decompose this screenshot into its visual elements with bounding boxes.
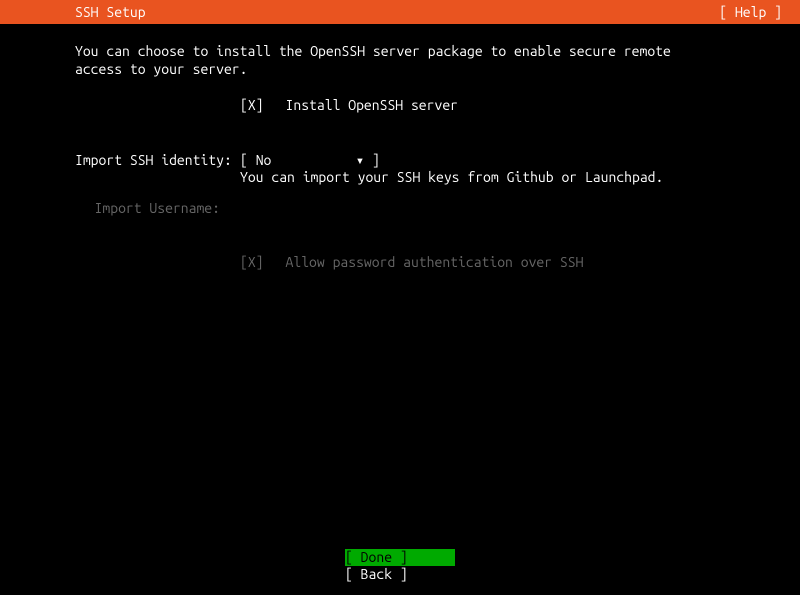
allow-password-label: Allow password authentication over SSH [286,253,584,271]
footer: [ Done ] [ Back ] [0,549,800,583]
allow-password-row: [X] Allow password authentication over S… [75,253,725,271]
install-openssh-checkbox[interactable]: [X] [240,96,264,114]
import-identity-value: No [256,151,356,169]
header-bar: SSH Setup [ Help ] [0,0,800,24]
spacer [75,253,240,271]
chevron-down-icon: ▾ [356,151,364,169]
install-openssh-label: Install OpenSSH server [286,96,458,114]
import-identity-select[interactable]: [ No▾ ] [240,151,380,169]
spacer [75,96,240,114]
back-button[interactable]: [ Back ] [345,566,455,583]
import-identity-row: Import SSH identity: [ No▾ ] [75,151,725,169]
description-text: You can choose to install the OpenSSH se… [75,42,725,78]
bracket-left: [ [240,152,256,168]
import-username-label: Import Username: [75,199,240,217]
bracket-right: ] [364,152,380,168]
main-content: You can choose to install the OpenSSH se… [0,24,800,271]
install-openssh-row: [X] Install OpenSSH server [75,96,725,114]
import-identity-label: Import SSH identity: [75,151,240,169]
help-button[interactable]: [ Help ] [719,4,782,20]
page-title: SSH Setup [75,4,146,20]
import-identity-help: You can import your SSH keys from Github… [240,169,725,185]
allow-password-checkbox: [X] [240,253,264,271]
import-username-row: Import Username: [75,199,725,217]
done-button[interactable]: [ Done ] [345,549,455,566]
